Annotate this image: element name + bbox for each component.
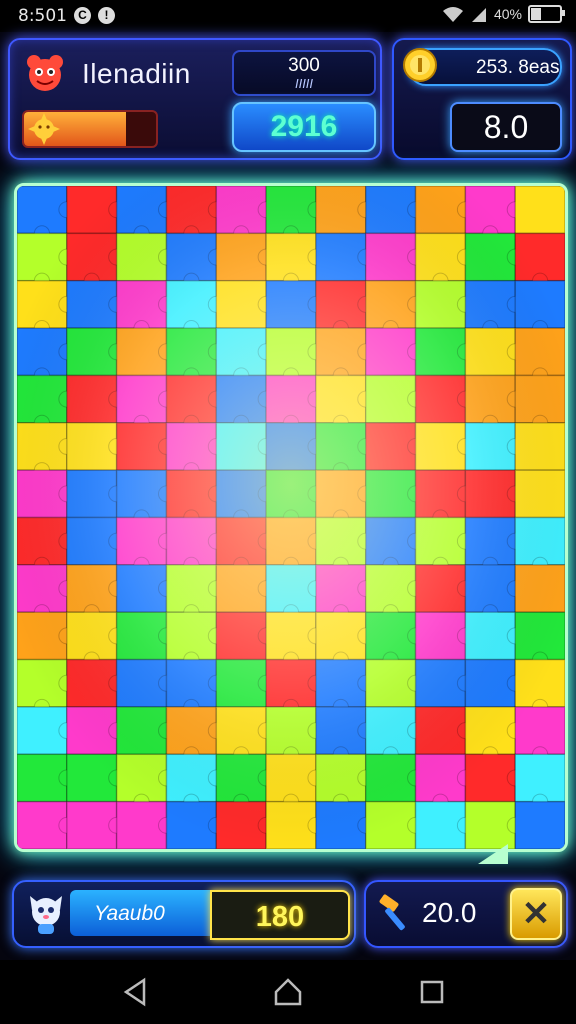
target-subtext: IIIII	[294, 76, 314, 91]
target-value: 300	[288, 55, 320, 76]
coin-icon	[403, 48, 437, 82]
sun-badge-icon	[28, 113, 60, 145]
resource-panel: 253. 8eas 8.0	[392, 38, 572, 160]
battery-icon	[528, 5, 565, 23]
signal-icon	[471, 8, 486, 22]
notification-icon: !	[98, 7, 115, 24]
sync-icon: C	[74, 7, 91, 24]
close-button[interactable]: ✕	[510, 888, 562, 940]
player-panel: Ilenadiin 300 IIIII 2916	[8, 38, 382, 160]
puzzle-board[interactable]	[14, 183, 568, 852]
recents-icon[interactable]	[414, 974, 450, 1010]
status-time: 8:501	[18, 6, 67, 26]
player-name: Ilenadiin	[82, 58, 191, 89]
battery-percent: 40%	[493, 6, 522, 22]
goal-label-box: Yaaub0	[70, 890, 210, 936]
board-glow	[17, 186, 565, 849]
board-notch	[478, 844, 508, 864]
system-nav-bar	[0, 960, 576, 1024]
wifi-icon	[442, 7, 463, 22]
puzzle-grid[interactable]	[17, 186, 565, 849]
goal-value-box: 180	[210, 890, 350, 940]
level-progress-bar	[22, 110, 158, 148]
goal-panel: Yaaub0 180	[12, 880, 356, 948]
score-display: 2916	[232, 102, 376, 152]
hammer-icon[interactable]	[374, 892, 418, 936]
cat-avatar-icon[interactable]	[24, 890, 68, 936]
coin-counter[interactable]: 253. 8eas	[403, 48, 562, 86]
back-icon[interactable]	[118, 974, 154, 1010]
home-icon[interactable]	[270, 974, 306, 1010]
target-panel: 300 IIIII	[232, 50, 376, 96]
goal-value: 180	[255, 901, 305, 933]
coin-value: 253. 8eas	[476, 57, 560, 78]
goal-label: Yaaub0	[94, 902, 165, 925]
close-icon: ✕	[521, 895, 551, 933]
monster-avatar-icon[interactable]	[22, 50, 68, 96]
tool-value: 20.0	[422, 897, 477, 928]
tool-panel: 20.0 ✕	[364, 880, 568, 948]
timer-display: 8.0	[450, 102, 562, 152]
status-bar: 8:501 C ! 40%	[0, 0, 576, 32]
